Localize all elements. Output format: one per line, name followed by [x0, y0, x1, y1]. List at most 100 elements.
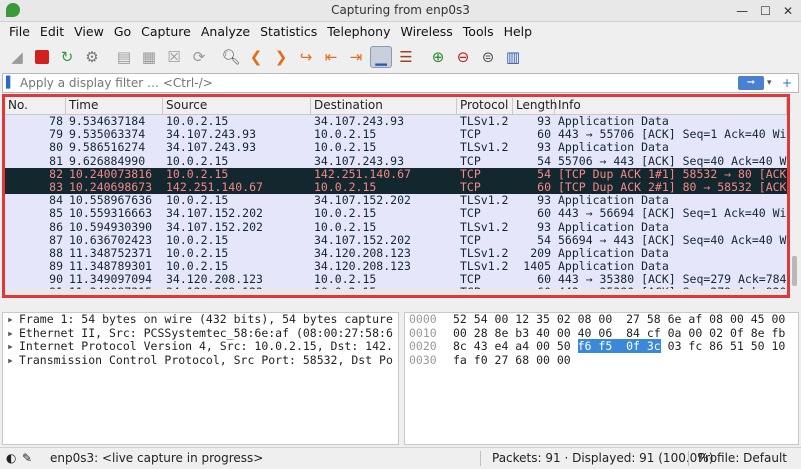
packet-row[interactable]: 85 10.559316663 34.107.152.202 10.0.2.15 TCP… — [5, 207, 787, 221]
cell-proto: TLSv1.2 — [460, 115, 509, 128]
menu-statistics[interactable]: Statistics — [255, 22, 322, 42]
detail-tree-item[interactable]: ▸ Frame 1: 54 bytes on wire (432 bits), 5… — [3, 313, 398, 327]
zoom-in-icon[interactable]: ⊕ — [427, 46, 449, 68]
auto-scroll-icon[interactable]: ▁ — [370, 46, 392, 68]
expand-arrow-icon[interactable]: ▸ — [7, 326, 19, 341]
detail-tree-item[interactable]: ▸ Transmission Control Protocol, Src Port… — [3, 353, 398, 368]
packet-row[interactable]: 84 10.558967636 10.0.2.15 34.107.152.202 TLS… — [5, 194, 787, 208]
start-capture-icon[interactable]: ◢ — [6, 46, 28, 68]
add-filter-icon[interactable]: + — [782, 76, 796, 90]
go-last-icon[interactable]: ⇥ — [345, 46, 367, 68]
cell-proto: TCP — [460, 180, 481, 194]
bookmark-icon[interactable]: ▌ — [6, 76, 20, 90]
column-header-protocol[interactable]: Protocol — [457, 98, 513, 114]
main-toolbar: ◢ ↻ ⚙ ▤ ▦ ☒ ⟳ 🔍︎ ❮ ❯ ↪ ⇤ ⇥ ▁ ☰ ⊕ ⊖ ⊜ ▥ — [0, 43, 801, 71]
column-header-source[interactable]: Source — [163, 98, 311, 114]
packet-row[interactable]: 81 9.626884990 10.0.2.15 34.107.243.93 TCP 54… — [5, 154, 787, 168]
packet-row[interactable]: 89 11.348789301 10.0.2.15 34.120.208.123 TLS… — [5, 260, 787, 274]
minimize-icon[interactable]: — — [736, 4, 748, 18]
expand-arrow-icon[interactable]: ▸ — [7, 339, 19, 354]
close-file-icon[interactable]: ☒ — [163, 46, 185, 68]
reload-file-icon[interactable]: ⟳ — [188, 46, 210, 68]
capture-options-icon[interactable]: ⚙ — [81, 46, 103, 68]
cell-no: 90 — [49, 273, 63, 287]
go-first-icon[interactable]: ⇤ — [320, 46, 342, 68]
cell-src: 34.107.152.202 — [166, 220, 263, 234]
menu-go[interactable]: Go — [109, 22, 136, 42]
menu-file[interactable]: File — [4, 22, 35, 42]
zoom-reset-icon[interactable]: ⊜ — [477, 46, 499, 68]
detail-tree-item[interactable]: ▸ Ethernet II, Src: PCSSystemtec_58:6e:af… — [3, 326, 398, 341]
capture-comment-icon[interactable]: ✎ — [22, 451, 32, 465]
menu-edit[interactable]: Edit — [35, 22, 69, 42]
menu-wireless[interactable]: Wireless — [395, 22, 457, 42]
packet-details-pane[interactable]: ▸ Frame 1: 54 bytes on wire (432 bits), 5… — [2, 312, 399, 445]
menu-tools[interactable]: Tools — [458, 22, 499, 42]
cell-dst: 10.0.2.15 — [314, 273, 377, 287]
packet-bytes-pane[interactable]: 0000 52 54 00 12 35 02 08 00 27 58 6e af … — [404, 312, 799, 445]
cell-src: 10.0.2.15 — [166, 233, 229, 247]
cell-no: 81 — [49, 154, 63, 168]
packet-list[interactable]: No. Time Source Destination Protocol Length In… — [2, 94, 790, 298]
expand-arrow-icon[interactable]: ▸ — [7, 353, 19, 368]
packet-row[interactable]: 79 9.535063374 34.107.243.93 10.0.2.15 TCP 60… — [5, 128, 787, 142]
maximize-icon[interactable]: ☐ — [760, 4, 771, 18]
menu-view[interactable]: View — [69, 22, 109, 42]
colorize-icon[interactable]: ☰ — [395, 46, 417, 68]
menu-capture[interactable]: Capture — [136, 22, 196, 42]
cell-src: 10.0.2.15 — [166, 246, 229, 260]
restart-capture-icon[interactable]: ↻ — [56, 46, 78, 68]
column-header-length[interactable]: Length — [513, 98, 557, 114]
cell-no: 88 — [49, 246, 63, 260]
cell-src: 34.107.243.93 — [166, 141, 257, 155]
cell-time: 10.240698673 — [69, 180, 153, 194]
display-filter-input[interactable] — [20, 76, 738, 90]
menu-telephony[interactable]: Telephony — [322, 22, 395, 42]
go-forward-icon[interactable]: ❯ — [270, 46, 292, 68]
scrollbar-thumb[interactable] — [792, 256, 797, 286]
detail-tree-item[interactable]: ▸ Internet Protocol Version 4, Src: 10.0.… — [3, 339, 398, 354]
expert-info-icon[interactable]: ◐ — [6, 451, 16, 465]
find-packet-icon[interactable]: 🔍︎ — [220, 46, 242, 68]
packet-row[interactable]: 83 10.240698673 142.251.140.67 10.0.2.15 TCP… — [5, 180, 787, 195]
cell-proto: TLSv1.2 — [460, 260, 509, 274]
menu-help[interactable]: Help — [499, 22, 538, 42]
apply-filter-icon[interactable]: ➞ — [738, 76, 764, 90]
zoom-out-icon[interactable]: ⊖ — [452, 46, 474, 68]
resize-columns-icon[interactable]: ▥ — [502, 46, 524, 68]
cell-proto: TCP — [460, 128, 481, 142]
filter-dropdown-icon[interactable]: ▾ — [767, 78, 779, 88]
packet-row[interactable]: 78 9.534637184 10.0.2.15 34.107.243.93 TLSv1… — [5, 115, 787, 129]
go-to-packet-icon[interactable]: ↪ — [295, 46, 317, 68]
hex-highlight: f6 f5 0f 3c — [577, 339, 661, 353]
column-header-no[interactable]: No. — [5, 98, 66, 114]
open-file-icon[interactable]: ▤ — [113, 46, 135, 68]
profile-label[interactable]: Profile: Default — [698, 451, 787, 465]
save-file-icon[interactable]: ▦ — [138, 46, 160, 68]
cell-time: 11.349097094 — [69, 273, 153, 287]
column-header-destination[interactable]: Destination — [311, 98, 457, 114]
packet-row[interactable]: 80 9.586516274 34.107.243.93 10.0.2.15 TLSv1… — [5, 141, 787, 155]
window-title: Capturing from enp0s3 — [331, 3, 470, 17]
go-back-icon[interactable]: ❮ — [245, 46, 267, 68]
expand-arrow-icon[interactable]: ▸ — [7, 313, 19, 327]
cell-src: 10.0.2.15 — [166, 167, 229, 181]
cell-dst: 34.107.152.202 — [314, 194, 411, 208]
column-header-time[interactable]: Time — [66, 98, 163, 114]
vertical-scrollbar[interactable] — [790, 96, 799, 296]
column-header-info[interactable]: Info — [555, 98, 787, 114]
cell-no: 80 — [49, 141, 63, 155]
stop-capture-icon[interactable] — [31, 46, 53, 68]
cell-info: 443 → 55706 [ACK] Seq=1 Ack=40 Wi — [558, 128, 787, 142]
packet-row[interactable]: 87 10.636702423 10.0.2.15 34.107.152.202 TCP… — [5, 233, 787, 247]
packet-row[interactable]: 86 10.594930390 34.107.152.202 10.0.2.15 TLS… — [5, 220, 787, 234]
horizontal-scrollbar[interactable] — [5, 289, 787, 295]
menu-analyze[interactable]: Analyze — [196, 22, 255, 42]
cell-len: 209 — [530, 246, 551, 260]
packet-count: Packets: 91 · Displayed: 91 (100.0%) — [492, 451, 714, 465]
close-icon[interactable]: ✕ — [783, 4, 793, 18]
packet-row[interactable]: 88 11.348752371 10.0.2.15 34.120.208.123 TLS… — [5, 246, 787, 261]
cell-time: 9.586516274 — [69, 141, 146, 155]
packet-row[interactable]: 82 10.240073816 10.0.2.15 142.251.140.67 TCP… — [5, 167, 787, 181]
packet-row[interactable]: 90 11.349097094 34.120.208.123 10.0.2.15 TCP… — [5, 273, 787, 287]
